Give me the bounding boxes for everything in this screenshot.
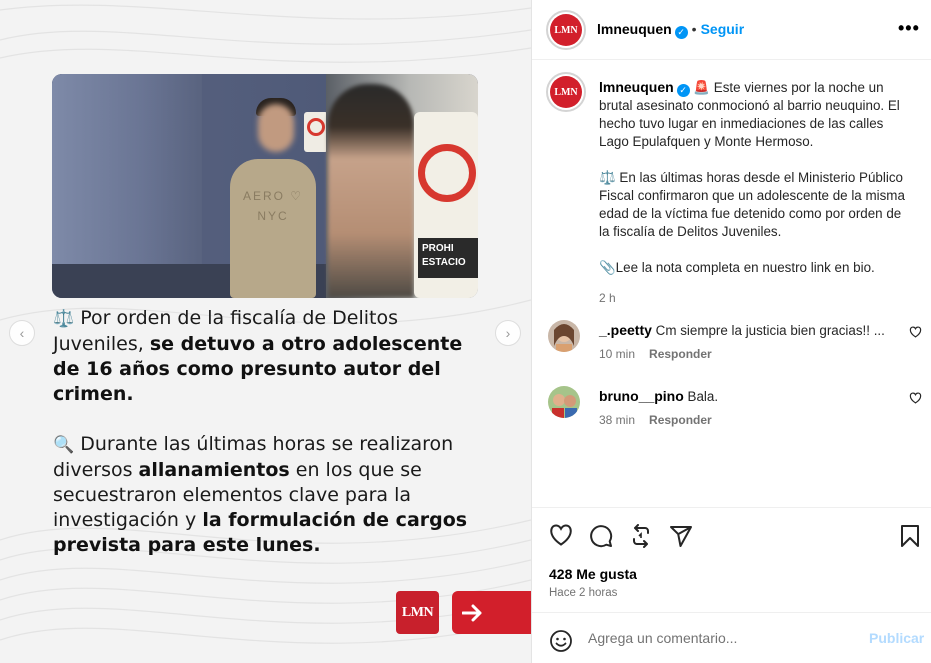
comment-time[interactable]: 10 min: [599, 347, 635, 361]
comment-text: bruno__pino Bala.: [599, 388, 719, 404]
caption-time[interactable]: 2 h: [599, 289, 915, 307]
reply-button[interactable]: Responder: [649, 347, 712, 361]
reply-button[interactable]: Responder: [649, 413, 712, 427]
header-author: lmneuquen ✓ • Seguir: [597, 21, 744, 39]
news-photo: AERO ♡ NYC PROHI ESTACIO: [52, 74, 478, 298]
slide-paragraph-2: 🔍 Durante las últimas horas se realizaro…: [53, 433, 468, 556]
photo-person: [230, 159, 316, 298]
add-comment-bar: Publicar: [532, 612, 931, 663]
slide-text: ⚖️ Por orden de la fiscalía de Delitos J…: [53, 306, 493, 583]
post-caption: lmneuquen ✓ 🚨 Este viernes por la noche u…: [599, 78, 915, 307]
publish-button[interactable]: Publicar: [869, 630, 924, 646]
save-bookmark-icon[interactable]: [900, 524, 920, 548]
caption-username[interactable]: lmneuquen: [599, 79, 674, 95]
comment-input[interactable]: [588, 627, 858, 649]
author-username[interactable]: lmneuquen: [597, 21, 672, 37]
emoji-icon[interactable]: [549, 629, 573, 653]
verified-badge-icon: ✓: [674, 26, 688, 39]
like-comment-heart-icon[interactable]: [909, 326, 922, 338]
repost-icon[interactable]: [629, 524, 653, 548]
comment-username[interactable]: bruno__pino: [599, 388, 684, 404]
more-options-icon[interactable]: •••: [898, 18, 920, 39]
carousel-next-button[interactable]: ›: [495, 320, 521, 346]
arrow-right-icon: [462, 604, 482, 621]
comment-username[interactable]: _.peetty: [599, 322, 652, 338]
comment-meta: 10 min Responder: [599, 347, 712, 361]
like-comment-heart-icon[interactable]: [909, 392, 922, 404]
post-actions: 428 Me gusta Hace 2 horas Publicar: [532, 507, 931, 663]
magnifier-icon: 🔍: [53, 435, 75, 455]
slide-arrow-button[interactable]: [452, 591, 531, 634]
author-avatar[interactable]: LMN: [546, 10, 586, 50]
follow-button[interactable]: Seguir: [701, 21, 745, 37]
caption-paragraph-1: lmneuquen ✓ 🚨 Este viernes por la noche u…: [599, 79, 900, 149]
comment-bubble-icon[interactable]: [589, 524, 613, 548]
slide-paragraph-1: ⚖️ Por orden de la fiscalía de Delitos J…: [53, 307, 463, 405]
scales-icon: ⚖️: [53, 309, 75, 329]
caption-paragraph-2: ⚖️ En las últimas horas desde el Ministe…: [599, 170, 905, 239]
comment-meta: 38 min Responder: [599, 413, 712, 427]
commenter-avatar[interactable]: [548, 386, 580, 418]
verified-badge-icon: ✓: [676, 84, 690, 97]
like-heart-icon[interactable]: [549, 524, 573, 546]
comment-text: _.peetty Cm siempre la justicia bien gra…: [599, 322, 885, 338]
post-header: LMN lmneuquen ✓ • Seguir •••: [532, 0, 931, 60]
hoodie-print: AERO ♡ NYC: [242, 189, 304, 223]
carousel-prev-button[interactable]: ‹: [9, 320, 35, 346]
commenter-avatar[interactable]: [548, 320, 580, 352]
post-media-carousel: AERO ♡ NYC PROHI ESTACIO ⚖️ Por orden de…: [0, 0, 531, 663]
caption-paragraph-3: 📎Lee la nota completa en nuestro link en…: [599, 260, 875, 275]
lmn-logo: LMN: [396, 591, 439, 634]
post-sidebar: LMN lmneuquen ✓ • Seguir ••• LMN lmneuquen ✓…: [531, 0, 931, 663]
separator-dot: •: [691, 21, 697, 37]
blurred-face-closeup: [328, 84, 414, 298]
blurred-face: [258, 104, 294, 152]
sign-text: PROHI ESTACIO: [418, 238, 478, 278]
post-time-ago[interactable]: Hace 2 horas: [549, 587, 617, 599]
likes-count[interactable]: 428 Me gusta: [549, 566, 637, 582]
comment-time[interactable]: 38 min: [599, 413, 635, 427]
caption-avatar[interactable]: LMN: [546, 72, 586, 112]
share-send-icon[interactable]: [669, 524, 693, 548]
